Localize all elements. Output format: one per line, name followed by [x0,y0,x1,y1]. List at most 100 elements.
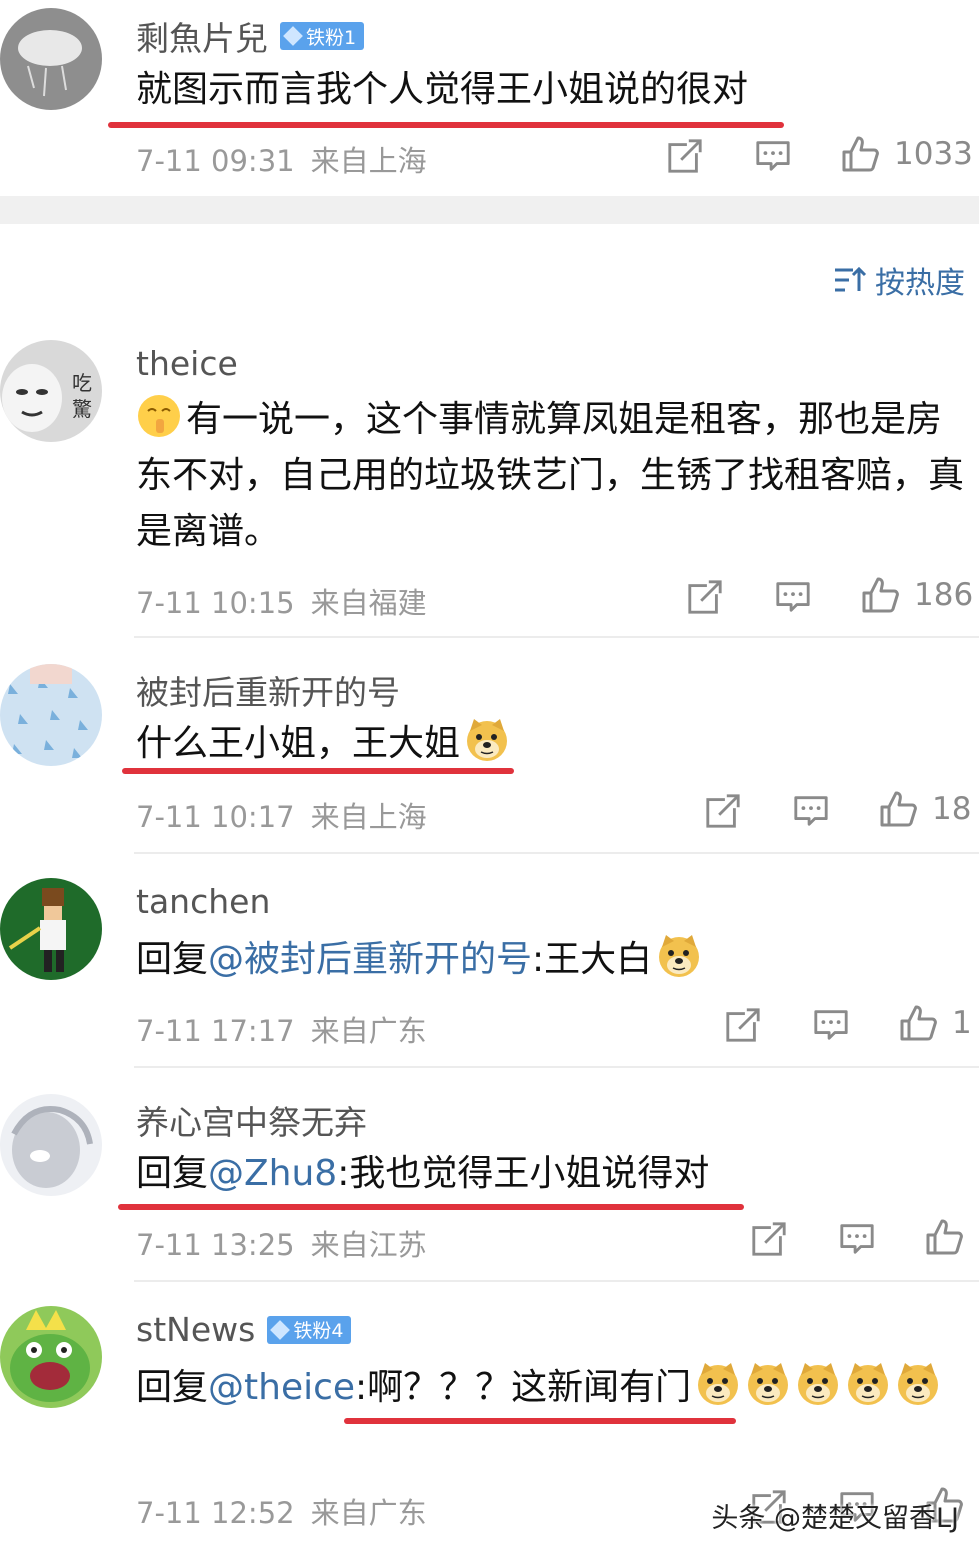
mention-link[interactable]: @theice [208,1367,355,1408]
username[interactable]: theice [136,344,238,383]
like-button[interactable]: 1033 [840,134,973,174]
comment-text: 回复@Zhu8:我也觉得王小姐说得对 [136,1153,710,1194]
comment-icon [812,1006,850,1044]
reply-button[interactable] [774,578,812,616]
sort-icon [835,266,867,292]
avatar[interactable] [0,8,102,110]
fan-badge: 铁粉1 [280,22,365,50]
avatar[interactable] [0,878,102,980]
share-icon [724,1006,762,1044]
comment-meta: 7-11 13:25 来自江苏 [136,1222,427,1264]
reply-button[interactable] [754,137,792,175]
avatar[interactable] [0,1306,102,1408]
share-button[interactable] [724,1006,762,1044]
username[interactable]: 养心宫中祭无弃 [136,1096,367,1144]
comment-meta: 7-11 10:17 来自上海 [136,794,427,836]
doge-emoji-icon [464,717,510,763]
comment-icon [754,137,792,175]
comment-location: 来自广东 [310,1496,427,1530]
doge-emoji-icon [695,1361,741,1407]
comment-item: 被封后重新开的号 什么王小姐，王大姐 7-11 10:17 来自上海 18 [0,638,979,852]
svg-text:驚: 驚 [72,397,92,421]
comment-date: 7-11 17:17 [136,1014,295,1048]
username[interactable]: tanchen [136,882,270,921]
reply-button[interactable] [838,1220,876,1258]
avatar[interactable] [0,664,102,766]
doge-emoji-icon [656,933,702,979]
red-underline [122,768,514,774]
comment-location: 来自福建 [310,586,427,620]
comment-date: 7-11 09:31 [136,144,295,178]
thumbs-up-icon [878,789,918,829]
username[interactable]: 被封后重新开的号 [136,666,400,714]
sort-by-hot-button[interactable]: 按热度 [833,258,965,302]
like-count: 1 [952,1005,972,1041]
comment-item: 养心宫中祭无弃 回复@Zhu8:我也觉得王小姐说得对 7-11 13:25 来自江… [0,1068,979,1280]
like-button[interactable]: 1 [898,1003,972,1043]
like-button[interactable]: 186 [860,575,973,615]
doge-emoji-icon [895,1361,941,1407]
comment-date: 7-11 13:25 [136,1228,295,1262]
share-button[interactable] [686,578,724,616]
mention-link[interactable]: @Zhu8 [208,1153,337,1194]
username[interactable]: stNews 铁粉4 [136,1310,352,1349]
comment-meta: 7-11 17:17 来自广东 [136,1008,427,1050]
thumbs-up-icon [898,1003,938,1043]
doge-emoji-icon [795,1361,841,1407]
comment-item: 剩魚片兒 铁粉1 就图示而言我个人觉得王小姐说的很对 7-11 09:31 来自上… [0,0,979,196]
thumbs-up-icon [924,1217,964,1257]
comment-location: 来自上海 [310,800,427,834]
share-icon [704,792,742,830]
avatar[interactable] [0,1094,102,1196]
comment-date: 7-11 10:15 [136,586,295,620]
doge-emoji-icon [845,1361,891,1407]
comment-location: 来自江苏 [310,1228,427,1262]
comment-meta: 7-11 10:15 来自福建 [136,580,427,622]
comment-text: 就图示而言我个人觉得王小姐说的很对 [136,69,749,110]
comment-meta: 7-11 09:31 来自上海 [136,138,427,180]
share-button[interactable] [750,1220,788,1258]
diamond-icon [283,26,303,46]
avatar[interactable]: 吃驚 [0,340,102,442]
comment-item: 吃驚 theice 有一说一，这个事情就算凤姐是租客，那也是房东不对，自己用的垃… [0,330,979,636]
like-count: 186 [914,577,974,613]
like-count: 1033 [894,136,973,172]
red-underline [108,122,784,128]
comment-text: 有一说一，这个事情就算凤姐是租客，那也是房东不对，自己用的垃圾铁艺门，生锈了找租… [136,392,971,560]
comment-item: tanchen 回复@被封后重新开的号:王大白 7-11 17:17 来自广东 1 [0,854,979,1066]
fan-badge: 铁粉4 [267,1315,352,1344]
doge-emoji-icon [745,1361,791,1407]
shush-emoji-icon [138,395,180,437]
share-button[interactable] [704,792,742,830]
comment-meta: 7-11 12:52 来自广东 [136,1490,427,1532]
reply-button[interactable] [812,1006,850,1044]
comment-date: 7-11 12:52 [136,1496,295,1530]
comment-icon [774,578,812,616]
section-divider [0,196,979,224]
svg-text:吃: 吃 [72,371,92,395]
comment-date: 7-11 10:17 [136,800,295,834]
thumbs-up-icon [840,134,880,174]
comment-text: 回复@被封后重新开的号:王大白 [136,932,702,988]
red-underline [118,1204,744,1210]
like-button[interactable]: 18 [878,789,971,829]
comment-text: 回复@theice:啊？？？这新闻有门 [136,1360,971,1416]
like-count: 18 [932,791,972,827]
share-icon [686,578,724,616]
like-button[interactable] [924,1217,964,1257]
username[interactable]: 剩魚片兒 铁粉1 [136,12,365,60]
thumbs-up-icon [860,575,900,615]
reply-button[interactable] [792,792,830,830]
comment-location: 来自广东 [310,1014,427,1048]
share-icon [666,137,704,175]
share-icon [750,1220,788,1258]
share-button[interactable] [666,137,704,175]
comment-location: 来自上海 [310,144,427,178]
watermark: 头条 @楚楚又留香LJ [711,1503,959,1534]
comment-icon [792,792,830,830]
comment-text: 什么王小姐，王大姐 [136,716,510,772]
red-underline [344,1418,736,1424]
diamond-icon [270,1319,291,1340]
mention-link[interactable]: @被封后重新开的号 [208,939,532,980]
comment-icon [838,1220,876,1258]
